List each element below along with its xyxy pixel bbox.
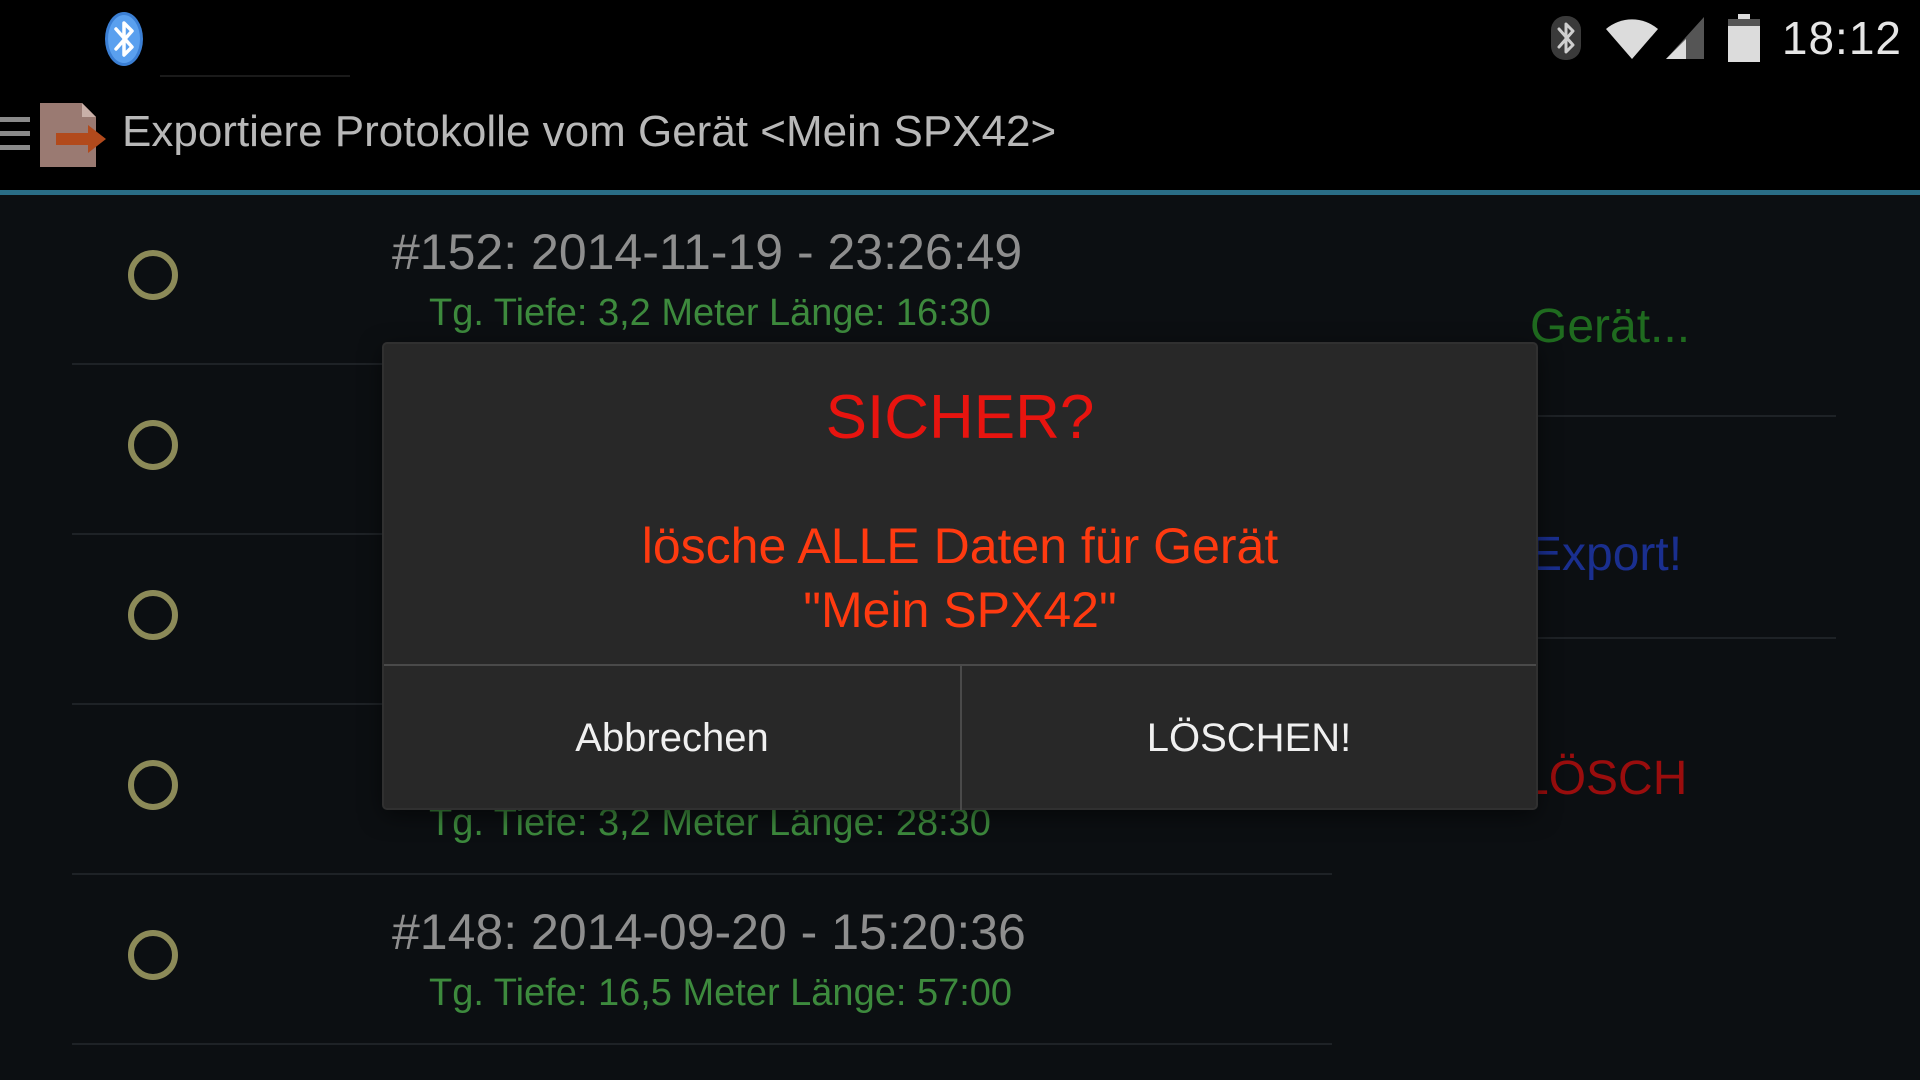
- screen: 18:12 Exportiere Protokolle vom Gerät <M…: [0, 0, 1920, 1080]
- confirm-dialog: SICHER? lösche ALLE Daten für Gerät "Mei…: [384, 344, 1536, 810]
- dialog-message: lösche ALLE Daten für Gerät "Mein SPX42": [384, 514, 1536, 642]
- dialog-message-line2: "Mein SPX42": [803, 582, 1117, 638]
- dialog-message-line1: lösche ALLE Daten für Gerät: [641, 518, 1279, 574]
- cancel-button[interactable]: Abbrechen: [384, 666, 962, 810]
- confirm-delete-button[interactable]: LÖSCHEN!: [962, 666, 1536, 810]
- dialog-buttons: Abbrechen LÖSCHEN!: [384, 664, 1536, 810]
- dialog-title: SICHER?: [825, 383, 1095, 452]
